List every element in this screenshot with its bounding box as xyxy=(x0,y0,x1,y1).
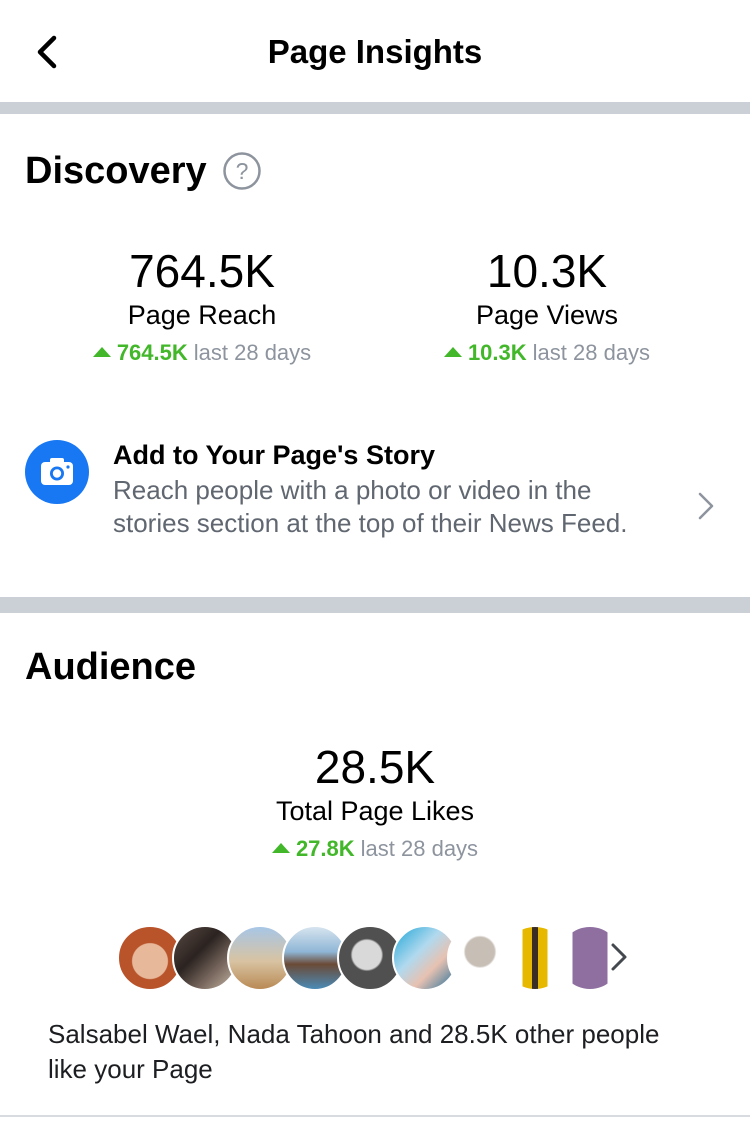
metric-label: Page Views xyxy=(475,300,619,330)
camera-icon xyxy=(41,458,73,485)
delta-period: last 28 days xyxy=(193,340,312,365)
svg-text:?: ? xyxy=(236,158,249,184)
help-button[interactable]: ? xyxy=(222,151,262,191)
metric-delta: 27.8K last 28 days xyxy=(225,834,525,864)
metric-value: 28.5K xyxy=(314,741,436,793)
arrow-up-icon xyxy=(92,347,111,357)
audience-heading: Audience xyxy=(25,646,197,688)
top-bar: Page Insights xyxy=(0,0,750,102)
section-divider xyxy=(0,597,750,613)
story-description: Reach people with a photo or video in th… xyxy=(113,475,628,538)
arrow-up-icon xyxy=(443,347,462,357)
question-circle-icon: ? xyxy=(223,152,261,190)
metric-label: Total Page Likes xyxy=(275,796,475,826)
add-to-story-row[interactable]: Add to Your Page's Story Reach people wi… xyxy=(0,430,750,580)
metric-delta: 764.5K last 28 days xyxy=(52,338,352,368)
chevron-right-icon xyxy=(611,943,627,971)
delta-period: last 28 days xyxy=(360,836,479,861)
arrow-up-icon xyxy=(271,843,290,853)
metric-label: Page Reach xyxy=(127,300,277,330)
delta-value: 764.5K xyxy=(116,340,188,365)
chevron-right-icon xyxy=(698,492,714,520)
section-divider xyxy=(0,102,750,114)
story-title: Add to Your Page's Story xyxy=(113,440,435,470)
metric-value: 764.5K xyxy=(129,245,275,297)
metric-delta: 10.3K last 28 days xyxy=(397,338,697,368)
discovery-heading: Discovery xyxy=(25,150,207,192)
camera-button xyxy=(25,440,89,504)
delta-value: 27.8K xyxy=(295,836,355,861)
page-reach-metric[interactable]: 764.5K Page Reach 764.5K last 28 days xyxy=(52,244,352,368)
section-divider xyxy=(0,1115,750,1117)
page-title: Page Insights xyxy=(267,33,483,70)
liker-avatars[interactable] xyxy=(117,925,637,991)
delta-period: last 28 days xyxy=(532,340,651,365)
total-page-likes-metric[interactable]: 28.5K Total Page Likes 27.8K last 28 days xyxy=(225,740,525,864)
delta-value: 10.3K xyxy=(467,340,527,365)
likers-summary: Salsabel Wael, Nada Tahoon and 28.5K oth… xyxy=(48,1019,660,1084)
metric-value: 10.3K xyxy=(486,245,608,297)
page-views-metric[interactable]: 10.3K Page Views 10.3K last 28 days xyxy=(397,244,697,368)
